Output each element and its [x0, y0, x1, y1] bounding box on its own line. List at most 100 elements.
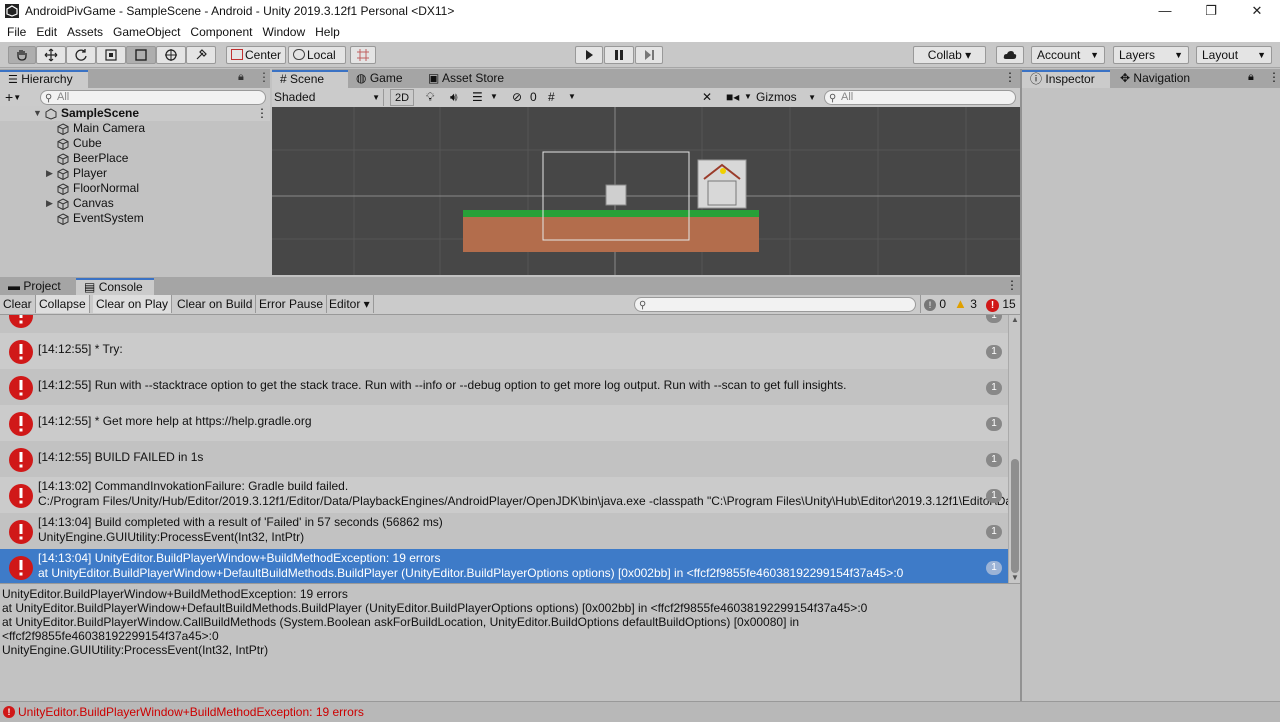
- gizmos-dropdown[interactable]: Gizmos ▼: [754, 89, 818, 106]
- hierarchy-item[interactable]: FloorNormal: [0, 181, 270, 196]
- log-entry[interactable]: [14:12:55] BUILD FAILED in 1s 1: [0, 441, 1008, 477]
- warning-filter-toggle[interactable]: ▲ 3: [952, 295, 982, 313]
- tab-project[interactable]: ▬ Project: [0, 278, 74, 296]
- menu-edit[interactable]: Edit: [31, 25, 62, 39]
- scene-viewport[interactable]: [272, 107, 1020, 275]
- pivot-mode-button[interactable]: Center: [226, 46, 286, 64]
- layout-dropdown[interactable]: Layout ▼: [1196, 46, 1272, 64]
- hierarchy-item[interactable]: EventSystem: [0, 211, 270, 226]
- menu-file[interactable]: File: [2, 25, 31, 39]
- cloud-button[interactable]: [996, 46, 1024, 64]
- hierarchy-item[interactable]: ▶ Player: [0, 166, 270, 181]
- expand-arrow-icon[interactable]: ▼: [33, 106, 42, 121]
- panel-menu-icon[interactable]: ⋮: [258, 70, 270, 84]
- dropdown-arrow-icon[interactable]: ▼: [490, 92, 498, 101]
- dropdown-arrow-icon[interactable]: ▼: [568, 92, 576, 101]
- tab-scene[interactable]: # Scene: [272, 70, 348, 88]
- tab-hierarchy[interactable]: ☰ Hierarchy: [0, 70, 88, 88]
- custom-tool-button[interactable]: [186, 46, 216, 64]
- status-bar[interactable]: ! UnityEditor.BuildPlayerWindow+BuildMet…: [0, 701, 1280, 722]
- grid-toggle-icon[interactable]: #: [548, 90, 555, 104]
- pivot-rotation-button[interactable]: Local: [288, 46, 346, 64]
- play-button[interactable]: [575, 46, 603, 64]
- rotate-tool-button[interactable]: [66, 46, 96, 64]
- menu-assets[interactable]: Assets: [62, 25, 108, 39]
- menu-window[interactable]: Window: [257, 25, 310, 39]
- hierarchy-item[interactable]: BeerPlace: [0, 151, 270, 166]
- audio-icon[interactable]: 🔊︎: [450, 90, 458, 105]
- dropdown-arrow-icon: ▼: [372, 93, 380, 102]
- search-icon: ⚲: [829, 93, 837, 104]
- hierarchy-item[interactable]: Cube: [0, 136, 270, 151]
- panel-menu-icon[interactable]: ⋮: [1006, 278, 1018, 292]
- layers-dropdown[interactable]: Layers ▼: [1113, 46, 1189, 64]
- move-tool-button[interactable]: [36, 46, 66, 64]
- clear-on-build-button[interactable]: Clear on Build: [174, 295, 257, 313]
- scroll-up-icon[interactable]: ▲: [1011, 315, 1019, 324]
- console-search-input[interactable]: ⚲: [634, 297, 916, 312]
- tab-navigation[interactable]: ✥ Navigation: [1112, 70, 1216, 88]
- collapse-button[interactable]: Collapse: [36, 295, 90, 313]
- menu-gameobject[interactable]: GameObject: [108, 25, 185, 39]
- error-filter-toggle[interactable]: ! 15: [984, 295, 1020, 313]
- editor-target-dropdown[interactable]: Editor ▾: [326, 295, 374, 313]
- account-dropdown[interactable]: Account ▼: [1031, 46, 1105, 64]
- step-button[interactable]: [635, 46, 663, 64]
- tab-game[interactable]: ◍ Game: [348, 70, 420, 88]
- menu-component[interactable]: Component: [185, 25, 257, 39]
- create-button[interactable]: +▼: [5, 88, 21, 107]
- log-entry[interactable]: [14:13:02] CommandInvokationFailure: Gra…: [0, 477, 1008, 513]
- log-entry[interactable]: [14:12:55] * Get more help at https://he…: [0, 405, 1008, 441]
- console-log-list[interactable]: 1 [14:12:55] * Try: 1 [14:12:55] Run with …: [0, 315, 1008, 583]
- 2d-toggle-button[interactable]: 2D: [390, 89, 414, 106]
- minimize-button[interactable]: —: [1142, 0, 1188, 22]
- rect-tool-button[interactable]: [126, 46, 156, 64]
- tab-console[interactable]: ▤ Console: [76, 278, 154, 296]
- menu-help[interactable]: Help: [310, 25, 345, 39]
- clear-button[interactable]: Clear: [0, 295, 36, 313]
- tools-icon[interactable]: ✕: [702, 90, 712, 104]
- transform-tool-button[interactable]: [156, 46, 186, 64]
- expand-arrow-icon[interactable]: ▶: [46, 166, 53, 181]
- log-entry-partial[interactable]: 1: [0, 315, 1008, 333]
- lock-icon[interactable]: 🔒︎: [1248, 71, 1254, 84]
- panel-menu-icon[interactable]: ⋮: [1004, 70, 1016, 84]
- dropdown-arrow-icon[interactable]: ▼: [744, 92, 752, 101]
- scene-search-input[interactable]: ⚲ All: [824, 90, 1016, 105]
- hierarchy-item[interactable]: Main Camera: [0, 121, 270, 136]
- hierarchy-search-input[interactable]: ⚲ All: [40, 90, 266, 105]
- pause-button[interactable]: [604, 46, 634, 64]
- effects-icon[interactable]: ☰: [472, 90, 483, 104]
- scrollbar-thumb[interactable]: [1011, 459, 1019, 573]
- log-entry-detail: UnityEngine.GUIUtility:ProcessEvent(Int3…: [38, 530, 305, 544]
- scene-row[interactable]: ▼ SampleScene ⋮: [0, 106, 270, 121]
- tab-inspector[interactable]: ⓘ Inspector: [1022, 70, 1110, 88]
- maximize-button[interactable]: ❐: [1188, 0, 1234, 22]
- close-button[interactable]: ✕: [1234, 0, 1280, 22]
- hierarchy-item[interactable]: ▶ Canvas: [0, 196, 270, 211]
- log-entry[interactable]: [14:12:55] * Try: 1: [0, 333, 1008, 369]
- lock-icon[interactable]: 🔒︎: [238, 71, 244, 84]
- expand-arrow-icon[interactable]: ▶: [46, 196, 53, 211]
- shading-dropdown[interactable]: Shaded ▼: [274, 89, 384, 106]
- console-detail-pane[interactable]: UnityEditor.BuildPlayerWindow+BuildMetho…: [0, 583, 1020, 701]
- hidden-objects-icon[interactable]: ⊘: [512, 90, 522, 104]
- log-entry[interactable]: [14:13:04] UnityEditor.BuildPlayerWindow…: [0, 549, 1008, 583]
- log-entry[interactable]: [14:13:04] Build completed with a result…: [0, 513, 1008, 549]
- scene-menu-icon[interactable]: ⋮: [256, 106, 268, 121]
- panel-menu-icon[interactable]: ⋮: [1268, 70, 1280, 84]
- lighting-icon[interactable]: 💡︎: [426, 90, 434, 105]
- error-pause-button[interactable]: Error Pause: [256, 295, 328, 313]
- log-entry[interactable]: [14:12:55] Run with --stacktrace option …: [0, 369, 1008, 405]
- scale-tool-button[interactable]: [96, 46, 126, 64]
- snap-button[interactable]: [350, 46, 376, 64]
- clear-on-play-button[interactable]: Clear on Play: [93, 295, 173, 313]
- scene-canvas[interactable]: [272, 107, 1020, 275]
- scroll-down-icon[interactable]: ▼: [1011, 573, 1019, 582]
- hand-tool-button[interactable]: [8, 46, 36, 64]
- tab-asset-store[interactable]: ▣ Asset Store: [420, 70, 520, 88]
- console-scrollbar[interactable]: ▲ ▼: [1008, 315, 1020, 583]
- log-filter-toggle[interactable]: ! 0: [920, 295, 950, 313]
- camera-icon[interactable]: ■◂: [726, 90, 739, 104]
- collab-button[interactable]: Collab ▾: [913, 46, 986, 64]
